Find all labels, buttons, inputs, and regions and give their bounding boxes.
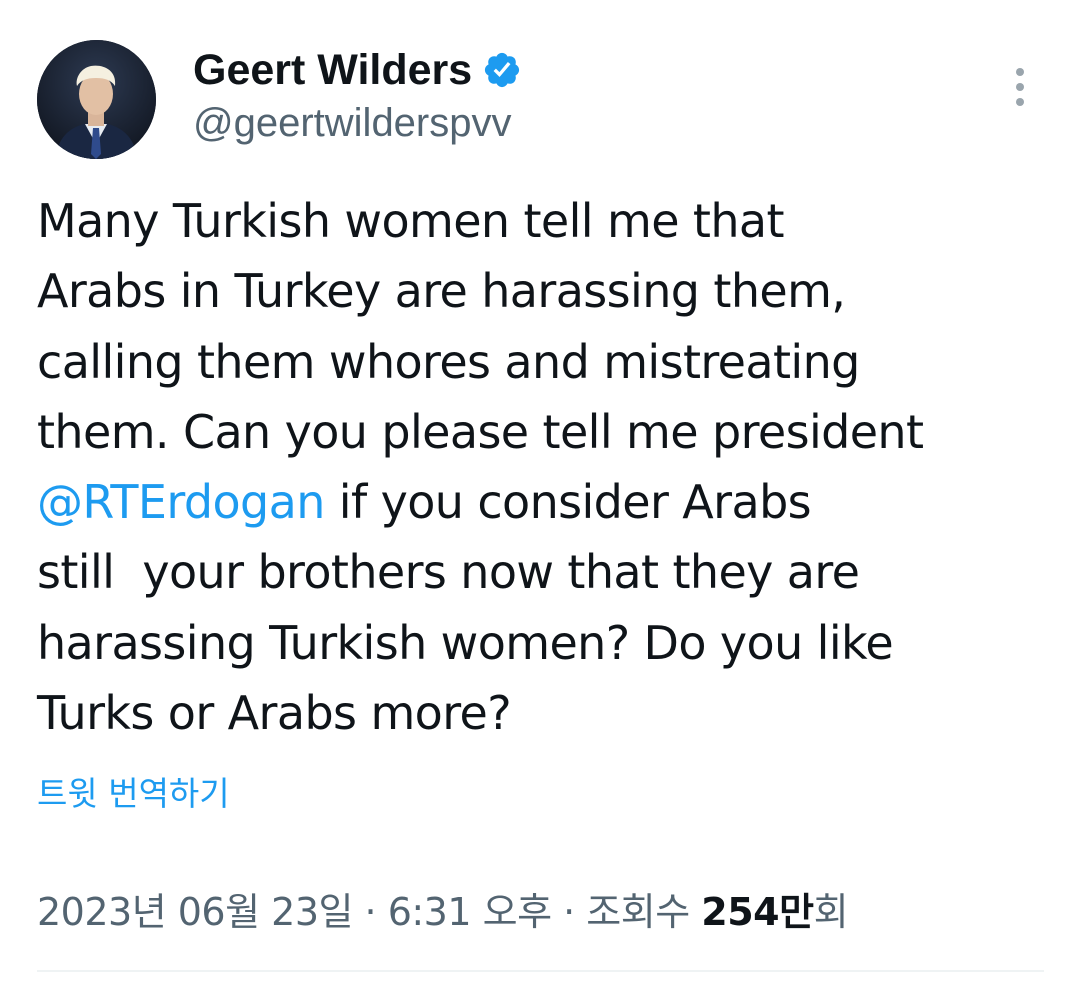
tweet-text-segment: Many Turkish women tell me that bbox=[37, 194, 785, 248]
tweet-text-segment: Arabs in Turkey are harassing them, bbox=[37, 264, 846, 319]
views-count: 254만 bbox=[701, 890, 814, 934]
tweet-text-segment: if you consider Arabs bbox=[324, 475, 812, 530]
tweet-text-line: Turks or Arabs more? bbox=[37, 678, 1047, 748]
tweet-meta: 2023년 06월 23일 · 6:31 오후 · 조회수 254만회 bbox=[37, 886, 849, 938]
author-handle[interactable]: @geertwilderspvv bbox=[193, 98, 512, 148]
tweet-text-segment: calling them whores and mistreating bbox=[37, 334, 860, 389]
tweet-text-segment: still your brothers now that they are bbox=[37, 545, 860, 600]
tweet-text-line: calling them whores and mistreating bbox=[37, 327, 1047, 397]
tweet-text-segment: Turks or Arabs more? bbox=[37, 686, 512, 741]
meta-separator: · bbox=[551, 890, 587, 934]
views-label: 조회수 bbox=[586, 890, 690, 934]
verified-badge-icon bbox=[482, 50, 522, 90]
author-display-name[interactable]: Geert Wilders bbox=[193, 44, 472, 96]
tweet-time[interactable]: 6:31 오후 bbox=[388, 890, 552, 934]
tweet-text-line: @RTErdogan if you consider Arabs bbox=[37, 467, 1047, 537]
tweet-text-line: harassing Turkish women? Do you like bbox=[37, 608, 1047, 678]
meta-separator: · bbox=[352, 890, 388, 934]
avatar[interactable] bbox=[37, 40, 156, 159]
divider bbox=[37, 970, 1044, 972]
tweet-date[interactable]: 2023년 06월 23일 bbox=[37, 890, 353, 934]
more-vertical-icon[interactable] bbox=[1006, 66, 1034, 108]
translate-tweet-link[interactable]: 트윗 번역하기 bbox=[37, 772, 230, 816]
mention-link[interactable]: @RTErdogan bbox=[37, 475, 325, 529]
tweet-text-line: Arabs in Turkey are harassing them, bbox=[37, 256, 1047, 326]
tweet-text-line: them. Can you please tell me president bbox=[37, 397, 1047, 467]
tweet-text-line: still your brothers now that they are bbox=[37, 537, 1047, 607]
tweet-text-line: Many Turkish women tell me that bbox=[37, 186, 1047, 256]
tweet-text: Many Turkish women tell me that Arabs in … bbox=[37, 186, 1047, 748]
tweet-text-segment: harassing Turkish women? Do you like bbox=[37, 615, 894, 670]
author-name[interactable]: Geert Wilders bbox=[193, 44, 522, 96]
avatar-photo bbox=[37, 40, 156, 159]
views-suffix: 회 bbox=[813, 890, 849, 934]
tweet-text-segment: them. Can you please tell me president bbox=[37, 404, 924, 459]
